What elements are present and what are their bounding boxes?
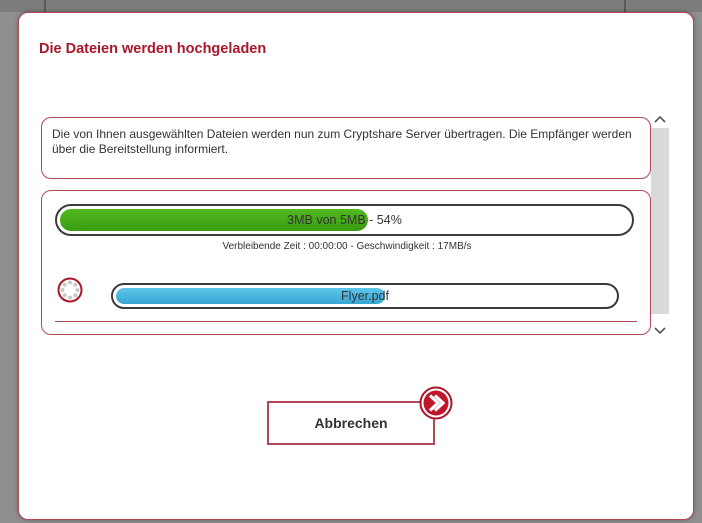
upload-dialog: Die Dateien werden hochgeladen Die von I… <box>18 12 694 520</box>
total-progress-label: 3MB von 5MB - 54% <box>287 213 402 227</box>
loading-spinner-icon <box>57 277 83 303</box>
info-box: Die von Ihnen ausgewählten Dateien werde… <box>41 117 651 179</box>
info-text: Die von Ihnen ausgewählten Dateien werde… <box>52 127 632 156</box>
scroll-down-button[interactable] <box>649 322 671 340</box>
background-divider <box>624 0 626 12</box>
scrollbar[interactable] <box>649 110 671 340</box>
scroll-up-button[interactable] <box>649 110 671 128</box>
file-progress-bar: Flyer.pdf <box>111 283 619 309</box>
chevron-down-icon <box>654 327 666 335</box>
progress-box: 3MB von 5MB - 54% Verbleibende Zeit : 00… <box>41 190 651 335</box>
progress-divider <box>55 321 637 322</box>
file-name-label: Flyer.pdf <box>341 289 389 303</box>
background-divider <box>44 0 46 12</box>
cancel-button[interactable]: Abbrechen <box>267 401 435 445</box>
remaining-time-speed: Verbleibende Zeit : 00:00:00 - Geschwind… <box>222 241 472 252</box>
chevron-right-icon[interactable] <box>419 386 453 420</box>
total-progress-bar: 3MB von 5MB - 54% <box>55 204 634 236</box>
dialog-title: Die Dateien werden hochgeladen <box>39 41 267 57</box>
background-window <box>0 0 702 12</box>
scroll-thumb[interactable] <box>651 128 669 314</box>
scroll-area: Die von Ihnen ausgewählten Dateien werde… <box>41 108 671 338</box>
chevron-up-icon <box>654 115 666 123</box>
